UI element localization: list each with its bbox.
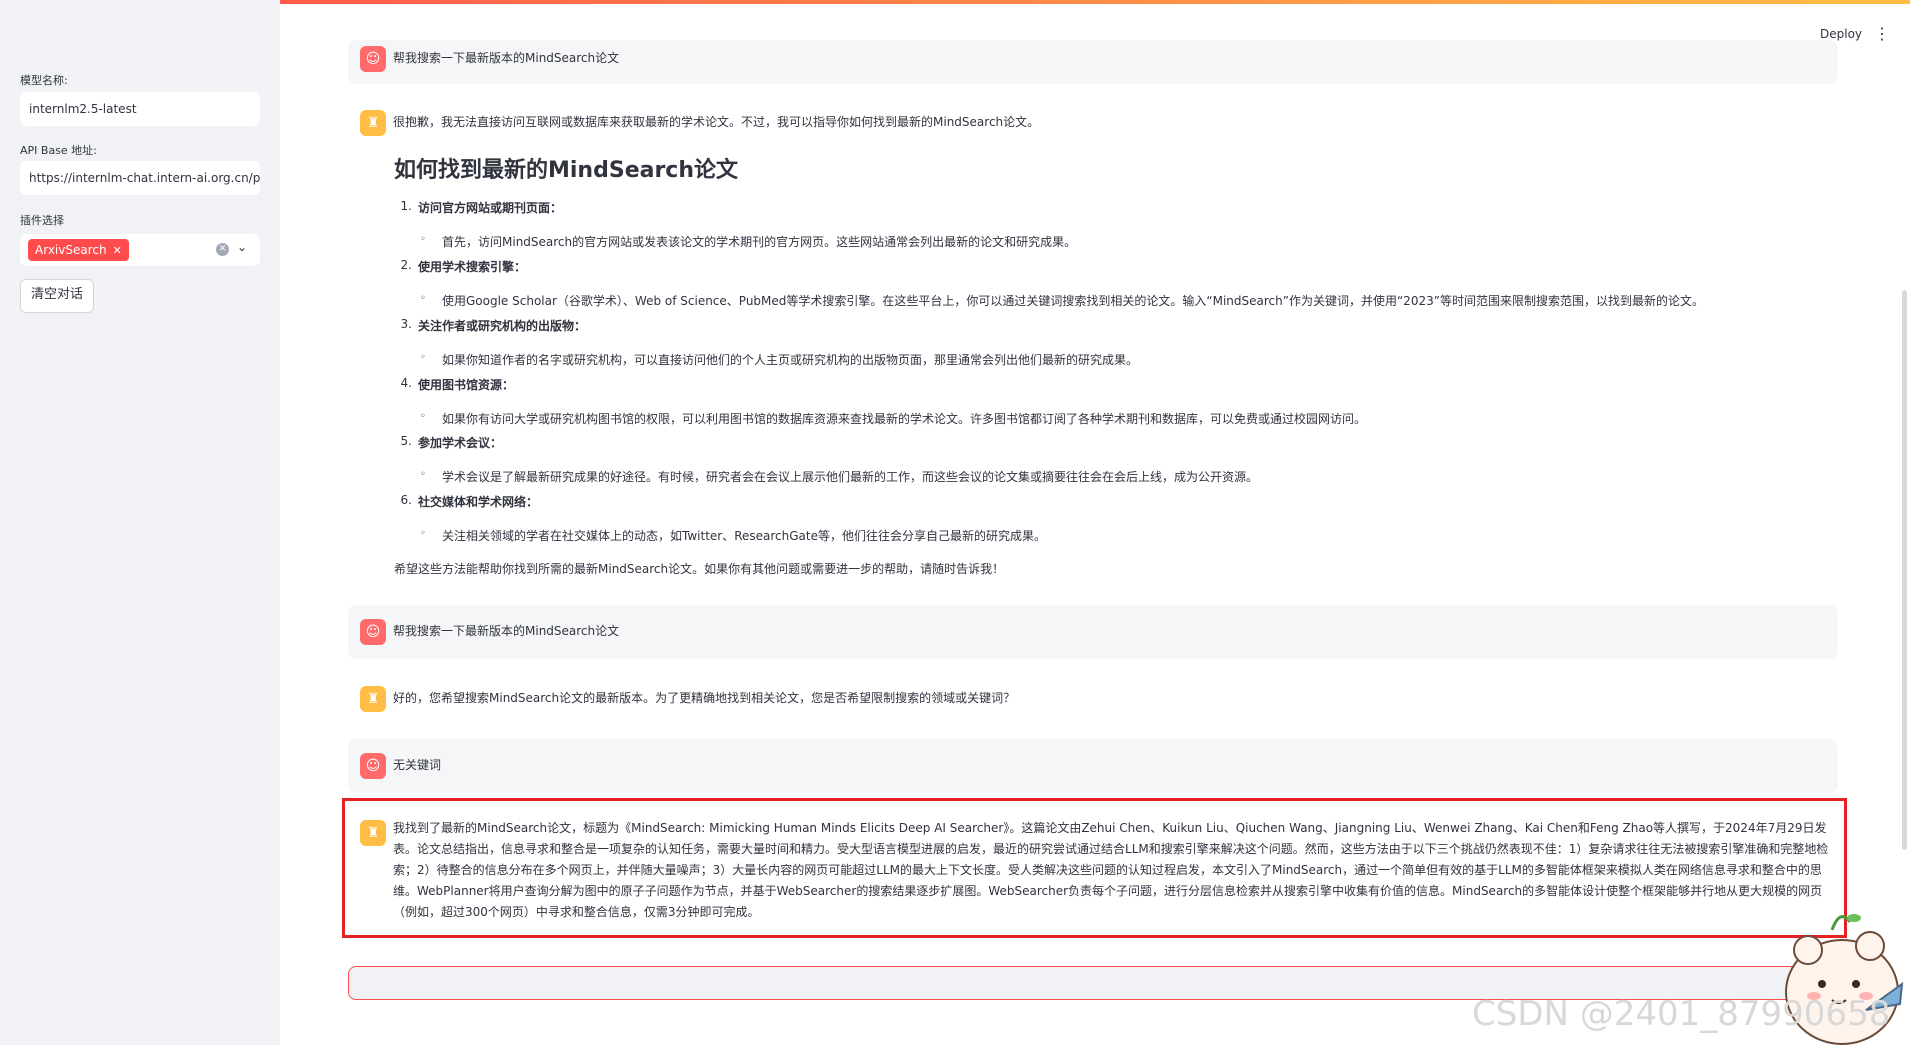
page-scrollbar[interactable] <box>1902 290 1907 850</box>
chat-message-user: ☺ 帮我搜索一下最新版本的MindSearch论文 <box>348 605 1838 659</box>
clear-chat-button[interactable]: 清空对话 <box>20 279 95 313</box>
api-base-label: API Base 地址: <box>20 144 97 157</box>
chevron-down-icon[interactable]: ⌄ <box>237 240 247 254</box>
plugin-select-label: 插件选择 <box>20 214 64 227</box>
watermark-text: CSDN @2401_87990658 <box>1472 994 1891 1034</box>
list-number: 6. <box>400 493 412 507</box>
user-avatar-icon: ☺ <box>360 619 386 645</box>
bullet-icon: ◦ <box>420 234 426 245</box>
user-avatar-icon: ☺ <box>360 753 386 779</box>
list-item-detail: 如果你有访问大学或研究机构图书馆的权限，可以利用图书馆的数据库资源来查找最新的学… <box>442 412 1367 426</box>
list-item-title: 使用学术搜索引擎： <box>418 260 527 274</box>
assistant-avatar-icon: ♜ <box>360 110 386 136</box>
list-item-title: 社交媒体和学术网络： <box>418 495 539 509</box>
list-number: 3. <box>400 317 412 331</box>
bullet-icon: ◦ <box>420 293 426 304</box>
chat-message-assistant: ♜ 好的，您希望搜索MindSearch论文的最新版本。为了更精确地找到相关论文… <box>348 672 1838 726</box>
chat-message-user: ☺ 无关键词 <box>348 739 1838 793</box>
plugin-multiselect[interactable]: ArxivSearch ✕ ✕ ⌄ <box>20 234 260 266</box>
bullet-icon: ◦ <box>420 528 426 539</box>
model-name-label: 模型名称: <box>20 74 68 87</box>
more-options-icon[interactable]: ⋮ <box>1874 24 1890 43</box>
list-item-title: 关注作者或研究机构的出版物： <box>418 319 587 333</box>
top-decoration-bar <box>0 0 1910 4</box>
message-text: 帮我搜索一下最新版本的MindSearch论文 <box>393 51 620 65</box>
user-avatar-icon: ☺ <box>360 46 386 72</box>
deploy-button[interactable]: Deploy <box>1820 27 1862 41</box>
message-text: 很抱歉，我无法直接访问互联网或数据库来获取最新的学术论文。不过，我可以指导你如何… <box>393 115 1040 129</box>
plugin-tag-label: ArxivSearch <box>35 243 107 257</box>
bullet-icon: ◦ <box>420 411 426 422</box>
bullet-icon: ◦ <box>420 352 426 363</box>
bullet-icon: ◦ <box>420 469 426 480</box>
message-text: 无关键词 <box>393 758 442 772</box>
highlight-annotation-box <box>342 798 1847 938</box>
assistant-avatar-icon: ♜ <box>360 686 386 712</box>
answer-heading: 如何找到最新的MindSearch论文 <box>394 158 739 183</box>
list-item-title: 使用图书馆资源： <box>418 378 515 392</box>
list-number: 1. <box>400 199 412 213</box>
list-item-title: 参加学术会议： <box>418 436 503 450</box>
answer-closing-text: 希望这些方法能帮助你找到所需的最新MindSearch论文。如果你有其他问题或需… <box>394 562 1005 576</box>
message-text: 帮我搜索一下最新版本的MindSearch论文 <box>393 624 620 638</box>
list-item-detail: 如果你知道作者的名字或研究机构，可以直接访问他们的个人主页或研究机构的出版物页面… <box>442 353 1139 367</box>
sidebar: 模型名称: internlm2.5-latest API Base 地址: ht… <box>0 0 280 1045</box>
list-number: 4. <box>400 376 412 390</box>
api-base-input[interactable]: https://internlm-chat.intern-ai.org.cn/p… <box>20 161 260 195</box>
list-number: 2. <box>400 258 412 272</box>
list-item-detail: 关注相关领域的学者在社交媒体上的动态，如Twitter、ResearchGate… <box>442 529 1047 543</box>
list-item-detail: 使用Google Scholar（谷歌学术）、Web of Science、Pu… <box>442 294 1704 308</box>
remove-tag-icon[interactable]: ✕ <box>113 244 122 257</box>
list-item-detail: 学术会议是了解最新研究成果的好途径。有时候，研究者会在会议上展示他们最新的工作，… <box>442 470 1259 484</box>
plugin-tag-arxivsearch: ArxivSearch ✕ <box>28 239 129 261</box>
list-item-detail: 首先，访问MindSearch的官方网站或发表该论文的学术期刊的官方网页。这些网… <box>442 235 1077 249</box>
list-number: 5. <box>400 434 412 448</box>
list-item-title: 访问官方网站或期刊页面： <box>418 201 563 215</box>
model-name-input[interactable]: internlm2.5-latest <box>20 92 260 126</box>
message-text: 好的，您希望搜索MindSearch论文的最新版本。为了更精确地找到相关论文，您… <box>393 691 1016 705</box>
clear-selection-icon[interactable]: ✕ <box>216 243 229 256</box>
chat-message-user: ☺ 帮我搜索一下最新版本的MindSearch论文 <box>348 40 1838 84</box>
